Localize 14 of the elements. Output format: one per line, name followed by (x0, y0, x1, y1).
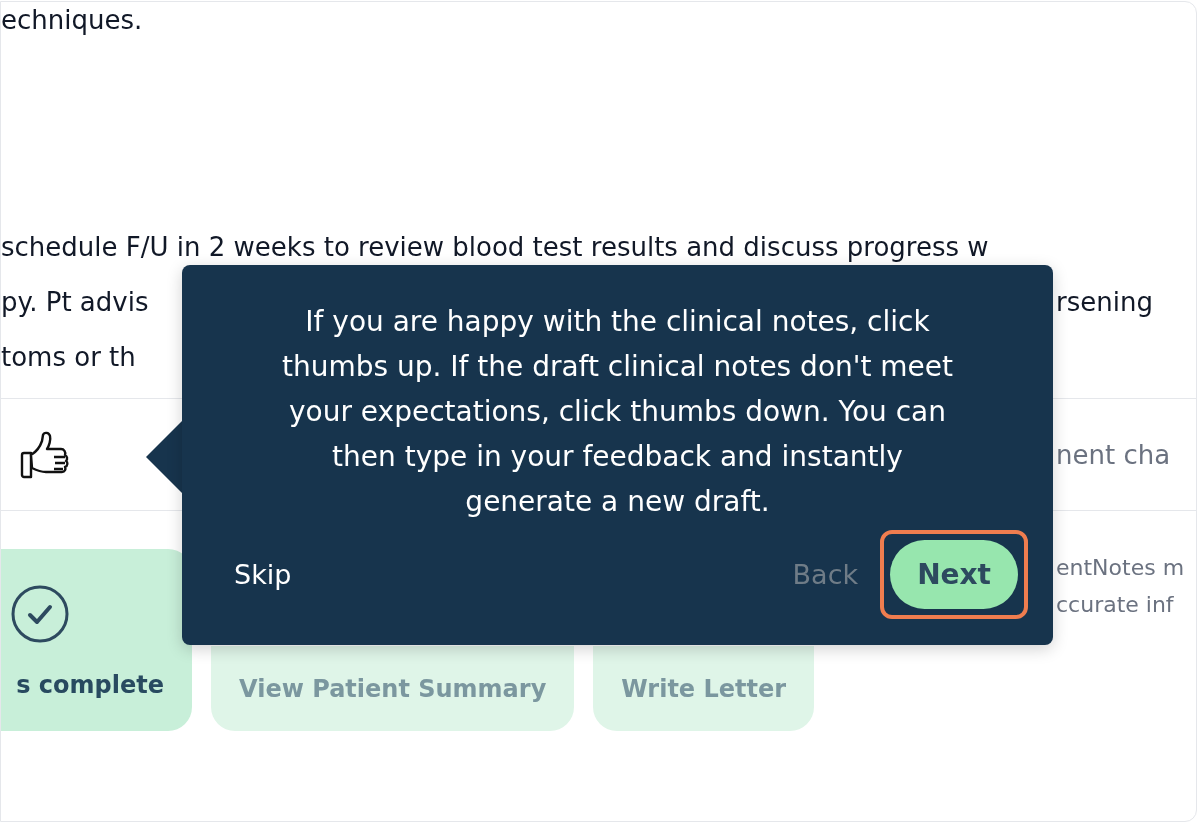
disclaimer-text: ccurate inf (1056, 591, 1175, 619)
disclaimer-text: entNotes m (1056, 554, 1186, 582)
popover-message: If you are happy with the clinical notes, click thumbs up. If the draft clinical notes don't meet your expectations, click thumbs down. You can then type in your feedback and instantly generate a new draft. (280, 304, 955, 520)
thumbs-up-icon[interactable] (20, 430, 70, 479)
note-text: toms or th (1, 340, 136, 374)
next-button[interactable]: Next (890, 540, 1018, 609)
note-text: echniques. (1, 4, 143, 37)
note-text: py. Pt advis (1, 285, 149, 319)
feedback-text: nent cha (1056, 438, 1172, 472)
skip-button[interactable]: Skip (234, 556, 292, 593)
note-text: rsening (1056, 285, 1153, 319)
check-circle-icon (11, 585, 69, 643)
action-button[interactable]: s complete (1, 549, 192, 731)
note-text: schedule F/U in 2 weeks to review blood test results and discuss progress w (1, 230, 989, 264)
